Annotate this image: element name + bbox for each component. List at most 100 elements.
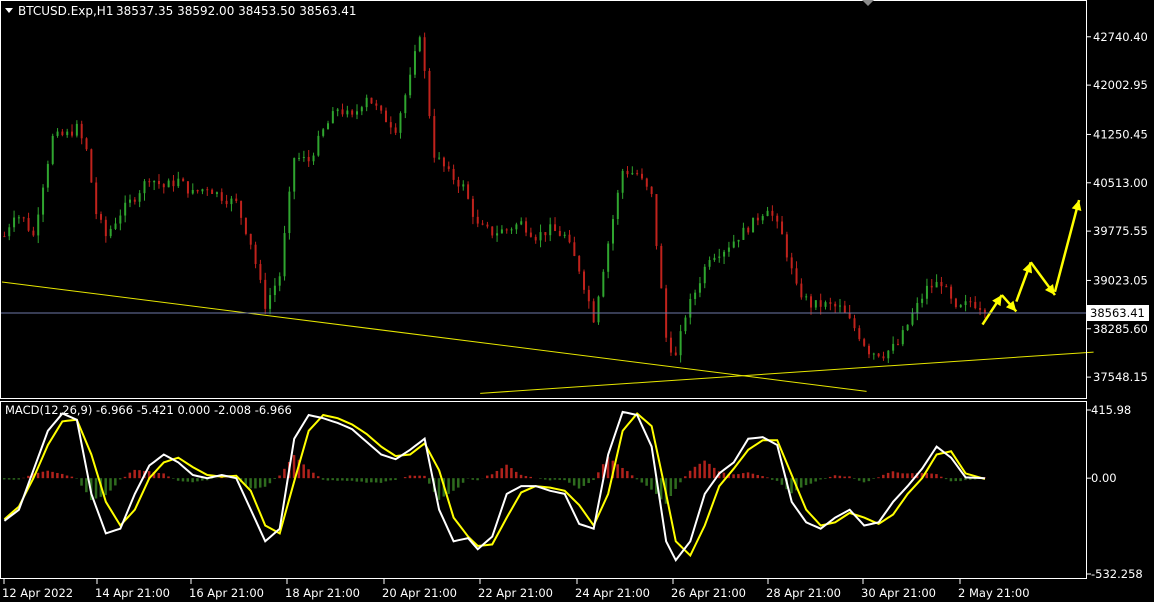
macd-hist-bar <box>848 476 851 479</box>
symbol-label: BTCUSD.Exp,H1 <box>18 4 113 18</box>
candle-body <box>201 189 204 192</box>
chart-background <box>0 0 1154 602</box>
candle-body <box>423 37 426 71</box>
candle-body <box>892 343 895 351</box>
candle-body <box>312 155 315 162</box>
candle-body <box>800 283 803 298</box>
time-tick-label: 28 Apr 21:00 <box>766 586 841 600</box>
macd-hist-bar <box>104 478 107 496</box>
candle-body <box>264 279 267 309</box>
candle-body <box>42 187 45 215</box>
trading-chart[interactable]: BTCUSD.Exp,H1 38537.35 38592.00 38453.50… <box>0 0 1154 602</box>
candle-body <box>505 229 508 231</box>
macd-hist-bar <box>529 476 532 479</box>
candle-body <box>727 247 730 252</box>
candle-body <box>109 228 112 237</box>
candle-body <box>597 296 600 323</box>
time-tick-label: 20 Apr 21:00 <box>382 586 457 600</box>
candle-body <box>196 189 199 192</box>
candle-body <box>409 74 412 96</box>
candle-body <box>853 318 856 329</box>
macd-hist-bar <box>186 478 190 482</box>
macd-hist-bar <box>949 478 953 482</box>
candle-body <box>119 215 122 224</box>
macd-hist-bar <box>684 476 687 479</box>
candle-body <box>626 170 629 175</box>
candle-body <box>544 232 547 236</box>
macd-hist-bar <box>3 478 6 480</box>
candle-body <box>640 173 643 179</box>
macd-hist-bar <box>172 478 175 479</box>
macd-hist-bar <box>563 478 566 481</box>
macd-hist-bar <box>843 476 846 479</box>
macd-hist-bar <box>713 467 716 479</box>
macd-hist-bar <box>118 478 122 480</box>
candle-body <box>114 223 117 229</box>
macd-hist-bar <box>751 473 755 479</box>
macd-hist-bar <box>278 475 281 479</box>
candle-body <box>684 317 687 332</box>
candle-body <box>655 194 658 246</box>
candle-body <box>100 214 103 220</box>
macd-hist-bar <box>27 475 30 479</box>
candle-body <box>254 244 257 265</box>
candle-body <box>438 157 441 159</box>
macd-hist-bar <box>51 471 54 479</box>
macd-hist-bar <box>640 478 644 483</box>
candle-body <box>979 308 982 310</box>
macd-hist-bar <box>645 478 648 486</box>
price-tick-label: 37548.15 <box>1093 370 1148 384</box>
candle-body <box>742 227 745 240</box>
candle-body <box>616 192 619 220</box>
candle-body <box>418 37 421 52</box>
time-tick-label: 18 Apr 21:00 <box>285 586 360 600</box>
macd-hist-bar <box>389 478 392 481</box>
macd-hist-bar <box>345 478 349 481</box>
candle-body <box>471 198 474 217</box>
candle-body <box>341 109 344 115</box>
macd-tick-label: 0.00 <box>1091 471 1117 485</box>
macd-hist-bar <box>872 478 875 479</box>
macd-hist-bar <box>138 470 141 479</box>
macd-hist-bar <box>379 478 383 483</box>
candle-body <box>645 178 648 187</box>
candle-body <box>863 339 866 346</box>
candle-body <box>896 343 899 345</box>
candle-body <box>592 301 595 323</box>
candle-body <box>138 193 141 202</box>
candle-body <box>249 233 252 245</box>
candle-body <box>66 131 69 136</box>
macd-header: MACD(12,26,9) -6.966 -5.421 0.000 -2.008… <box>5 403 292 417</box>
time-tick-label: 16 Apr 21:00 <box>189 586 264 600</box>
candle-body <box>307 156 310 162</box>
candle-body <box>360 107 363 112</box>
candle-body <box>776 215 779 222</box>
macd-hist-bar <box>316 476 320 479</box>
macd-hist-bar <box>582 478 586 486</box>
candle-body <box>534 236 537 241</box>
current-price-label: 38563.41 <box>1090 306 1145 320</box>
macd-hist-bar <box>94 478 98 499</box>
candle-body <box>867 345 870 355</box>
macd-hist-bar <box>321 478 325 480</box>
candle-body <box>558 230 561 236</box>
candle-body <box>404 95 407 114</box>
time-tick-label: 2 May 21:00 <box>958 586 1030 600</box>
macd-hist-bar <box>911 473 914 479</box>
macd-hist-bar <box>510 468 513 479</box>
candle-body <box>602 271 605 297</box>
macd-hist-bar <box>853 478 856 479</box>
macd-hist-bar <box>824 478 827 479</box>
candle-body <box>814 300 817 308</box>
candle-body <box>452 168 455 180</box>
candle-body <box>230 198 233 205</box>
candle-body <box>389 122 392 128</box>
candle-body <box>906 324 909 331</box>
candle-body <box>384 110 387 123</box>
candle-body <box>394 127 397 133</box>
macd-hist-bar <box>17 478 20 480</box>
candle-body <box>877 353 880 357</box>
price-tick-label: 40513.00 <box>1093 176 1148 190</box>
macd-hist-bar <box>597 472 600 479</box>
candle-body <box>568 234 571 243</box>
